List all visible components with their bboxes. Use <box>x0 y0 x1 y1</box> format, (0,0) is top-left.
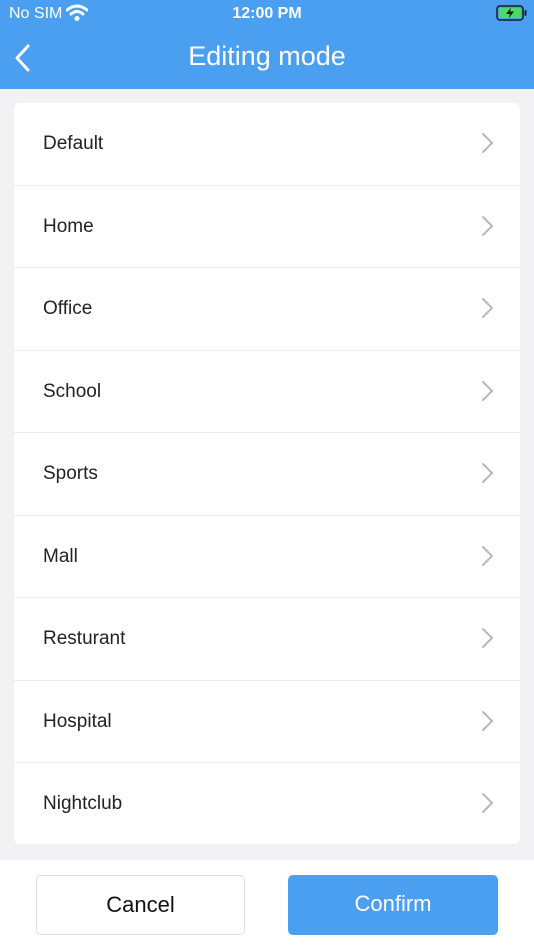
cancel-button[interactable]: Cancel <box>36 875 245 935</box>
chevron-right-icon <box>482 380 494 401</box>
status-bar: No SIM 12:00 PM <box>0 0 534 30</box>
chevron-right-icon <box>482 793 494 813</box>
list-item-default[interactable]: Default <box>14 103 520 186</box>
app-header: No SIM 12:00 PM Editing mode <box>0 0 534 89</box>
chevron-right-icon <box>482 215 494 236</box>
page-title: Editing mode <box>188 41 346 71</box>
battery-charging-icon <box>496 5 527 21</box>
list-item-label: Office <box>43 298 93 319</box>
confirm-button[interactable]: Confirm <box>288 875 498 935</box>
list-item-label: Hospital <box>43 710 112 732</box>
list-item-label: Sports <box>43 463 98 484</box>
footer-bar: Cancel Confirm <box>0 860 534 950</box>
chevron-right-icon <box>482 133 494 153</box>
list-item-home[interactable]: Home <box>14 186 520 268</box>
list-item-label: Mall <box>43 545 78 567</box>
list-item-mall[interactable]: Mall <box>14 516 520 598</box>
list-item-school[interactable]: School <box>14 351 520 433</box>
chevron-right-icon <box>482 463 494 483</box>
mode-list: Default Home Office School Sports Mall R… <box>14 103 520 844</box>
list-item-label: School <box>43 380 102 402</box>
list-item-nightclub[interactable]: Nightclub <box>14 763 520 844</box>
list-item-office[interactable]: Office <box>14 268 520 351</box>
chevron-right-icon <box>482 628 494 648</box>
status-time: 12:00 PM <box>232 5 302 22</box>
chevron-right-icon <box>482 545 494 566</box>
list-item-label: Resturant <box>43 628 126 649</box>
list-item-label: Home <box>43 215 94 237</box>
chevron-right-icon <box>482 298 494 318</box>
list-item-resturant[interactable]: Resturant <box>14 598 520 681</box>
list-item-label: Default <box>43 133 104 154</box>
chevron-right-icon <box>482 710 494 731</box>
list-item-hospital[interactable]: Hospital <box>14 681 520 763</box>
list-item-sports[interactable]: Sports <box>14 433 520 516</box>
list-item-label: Nightclub <box>43 793 123 814</box>
